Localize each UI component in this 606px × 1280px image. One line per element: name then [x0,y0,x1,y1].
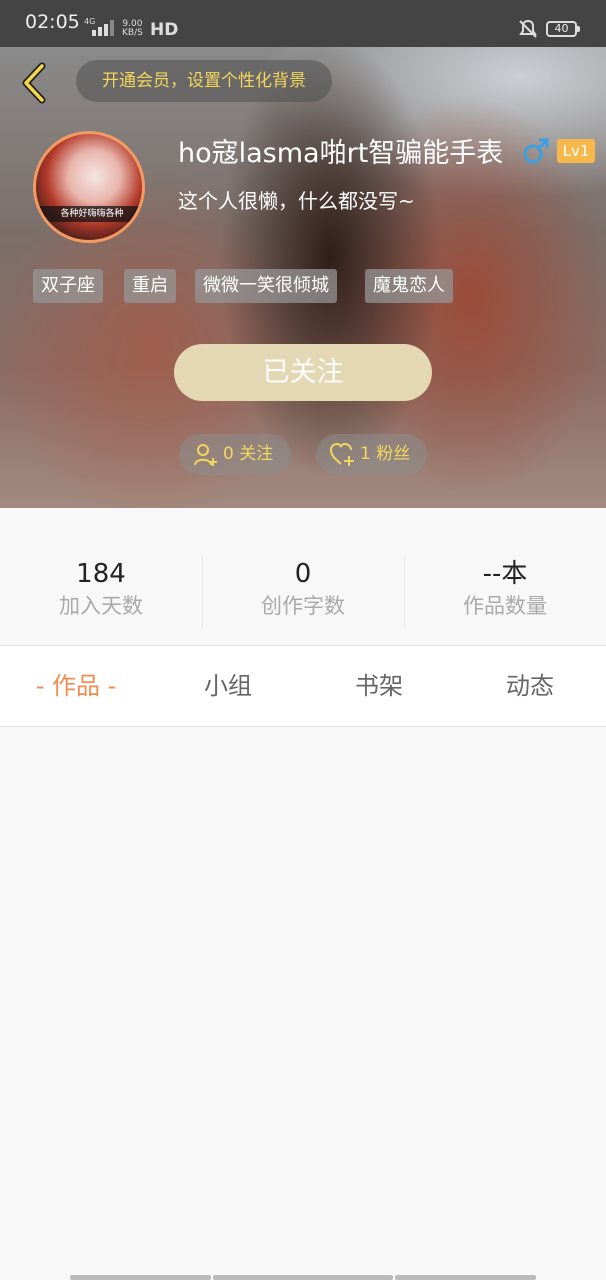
stat-works-count: --本 作品数量 [404,556,606,620]
hd-indicator: HD [150,20,179,40]
tab-bookshelf[interactable]: 书架 [303,646,455,726]
nav-hint [213,1275,393,1280]
vip-background-button[interactable]: 开通会员，设置个性化背景 [76,60,332,102]
stat-value: --本 [482,559,528,589]
net-speed-unit: KB/S [122,28,143,38]
fans-count: 1 粉丝 [360,444,411,464]
tab-works[interactable]: - 作品 - [0,646,152,726]
following-count: 0 关注 [223,444,274,464]
tab-activity[interactable]: 动态 [454,646,606,726]
level-badge: Lv1 [557,139,595,163]
profile-header: 开通会员，设置个性化背景 各种好嗨嗨各种 ho寇lasma啪rt智骗能手表 Lv… [0,47,606,508]
fans-button[interactable]: 1 粉丝 [316,434,427,475]
nav-hint [395,1275,536,1280]
follow-button[interactable]: 已关注 [174,344,432,401]
net-speed: 9.00 KB/S [122,20,143,38]
tag-item: 魔鬼恋人 [365,269,453,303]
back-button[interactable] [16,62,50,104]
user-bio: 这个人很懒，什么都没写~ [178,189,415,213]
male-icon [523,138,549,164]
heart-plus-icon [330,443,354,466]
mute-icon [519,19,537,38]
stat-word-count: 0 创作字数 [202,556,404,620]
add-user-icon [194,444,217,466]
following-button[interactable]: 0 关注 [179,434,291,475]
avatar[interactable]: 各种好嗨嗨各种 [33,131,145,243]
tab-content [0,727,606,1280]
tag-item: 重启 [124,269,176,303]
stat-label: 创作字数 [261,594,345,618]
battery-icon: 40 [546,21,580,37]
status-time: 02:05 [25,11,80,33]
stat-label: 加入天数 [59,594,143,618]
nav-hint [70,1275,211,1280]
signal-icon [92,20,114,36]
stat-join-days: 184 加入天数 [0,556,202,620]
tag-item: 微微一笑很倾城 [195,269,337,303]
avatar-caption: 各种好嗨嗨各种 [36,206,142,222]
stat-value: 0 [294,559,312,589]
profile-stats: 184 加入天数 0 创作字数 --本 作品数量 [0,508,606,646]
stat-label: 作品数量 [463,594,547,618]
profile-tabs: - 作品 - 小组 书架 动态 [0,646,606,727]
tab-groups[interactable]: 小组 [152,646,304,726]
status-bar: 02:05 4G 9.00 KB/S HD 40 [0,0,606,47]
username: ho寇lasma啪rt智骗能手表 [178,138,504,169]
tag-item: 双子座 [33,269,103,303]
stat-value: 184 [76,559,126,589]
